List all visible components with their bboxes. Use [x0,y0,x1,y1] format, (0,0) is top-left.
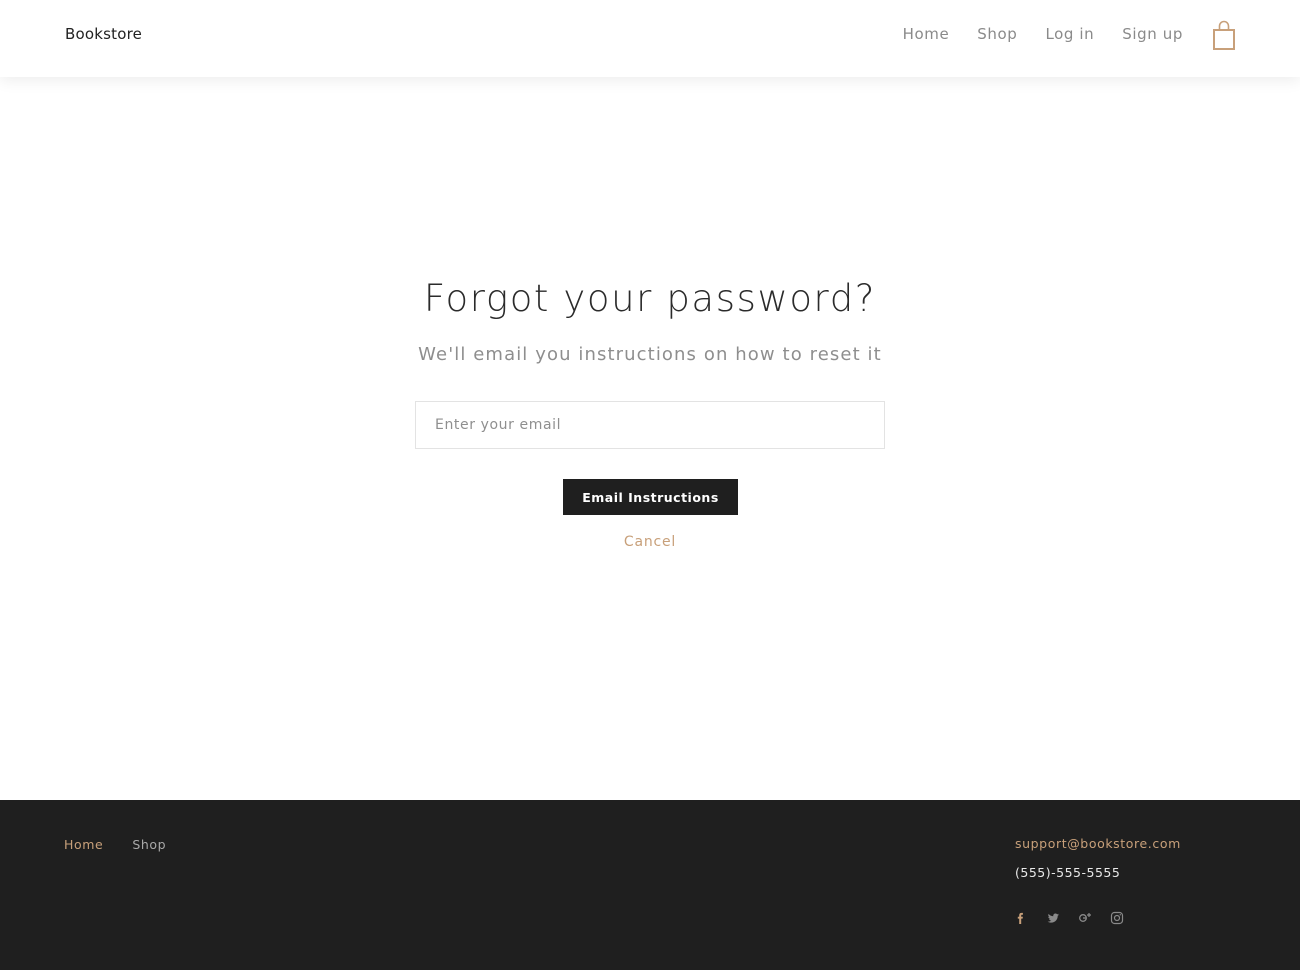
social-links [1014,910,1124,925]
main-nav: Home Shop Log in Sign up [903,25,1183,43]
nav-shop[interactable]: Shop [977,25,1017,43]
facebook-icon[interactable] [1014,910,1028,924]
nav-log-in[interactable]: Log in [1045,25,1094,43]
google-plus-icon[interactable] [1078,910,1092,924]
instagram-icon[interactable] [1110,910,1124,925]
nav-home[interactable]: Home [903,25,950,43]
twitter-icon[interactable] [1046,910,1060,924]
support-email-link[interactable]: support@bookstore.com [1015,836,1181,851]
footer-contact: support@bookstore.com (555)-555-5555 [1015,836,1181,880]
site-header: Bookstore Home Shop Log in Sign up [0,0,1300,77]
support-phone: (555)-555-5555 [1015,865,1121,880]
main-content: Forgot your password? We'll email you in… [0,77,1300,800]
footer-nav-shop[interactable]: Shop [132,837,166,852]
footer-nav-home[interactable]: Home [64,837,103,852]
page-subtitle: We'll email you instructions on how to r… [418,344,882,365]
site-footer: Home Shop support@bookstore.com (555)-55… [0,800,1300,970]
nav-sign-up[interactable]: Sign up [1122,25,1183,43]
email-instructions-button[interactable]: Email Instructions [563,479,738,515]
page-title: Forgot your password? [423,277,877,320]
footer-nav: Home Shop [64,837,166,852]
email-input[interactable] [415,401,885,449]
cancel-link[interactable]: Cancel [0,534,1300,550]
shopping-bag-icon[interactable] [1211,20,1237,52]
site-logo[interactable]: Bookstore [65,25,142,43]
